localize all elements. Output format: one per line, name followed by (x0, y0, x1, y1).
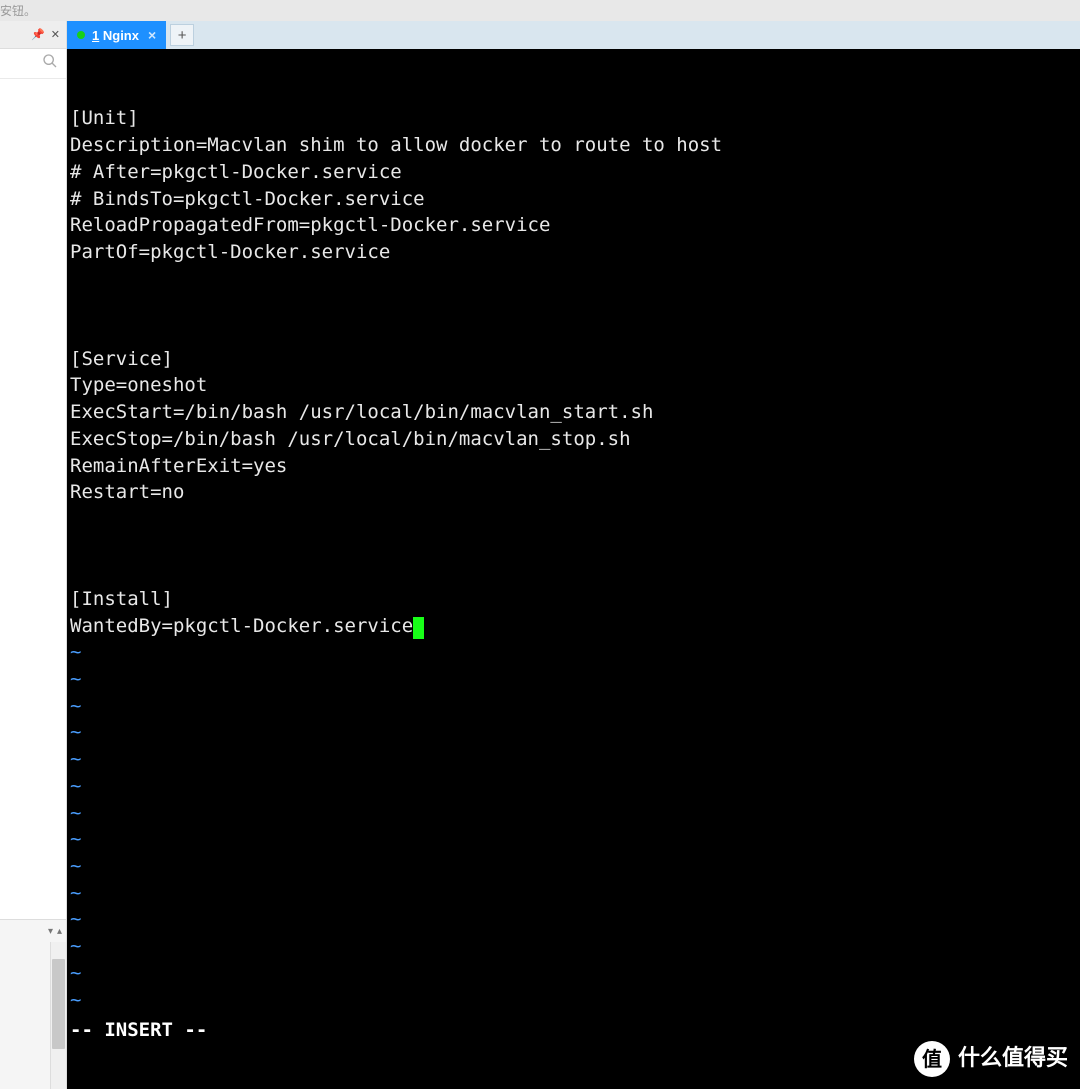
sidebar-controls: 📌 ✕ (0, 21, 66, 49)
sidebar-bottom-header: ▾ ▴ (0, 920, 66, 942)
terminal-line: [Service] (70, 346, 1077, 373)
status-dot-icon (77, 31, 85, 39)
terminal-line: Type=oneshot (70, 372, 1077, 399)
tilde-line: ~ (70, 933, 1077, 960)
sidebar: 📌 ✕ ▾ ▴ (0, 21, 67, 1089)
terminal-line (70, 506, 1077, 533)
watermark-badge: 值 (914, 1041, 950, 1077)
sidebar-close-icon[interactable]: ✕ (51, 28, 60, 41)
watermark: 值 什么值得买 (914, 1041, 1068, 1077)
tab-bar: 1 Nginx × + (67, 21, 1080, 49)
tab-nginx[interactable]: 1 Nginx × (67, 21, 166, 49)
terminal-line: ExecStop=/bin/bash /usr/local/bin/macvla… (70, 426, 1077, 453)
tilde-line: ~ (70, 719, 1077, 746)
expand-icon[interactable]: ▴ (57, 926, 62, 937)
tilde-line: ~ (70, 906, 1077, 933)
terminal-line: [Unit] (70, 105, 1077, 132)
cursor (413, 617, 424, 639)
search-row[interactable] (0, 49, 66, 79)
tilde-line: ~ (70, 826, 1077, 853)
terminal-line: RemainAfterExit=yes (70, 453, 1077, 480)
terminal-line (70, 292, 1077, 319)
tilde-line: ~ (70, 960, 1077, 987)
tilde-line: ~ (70, 666, 1077, 693)
tilde-line: ~ (70, 693, 1077, 720)
terminal-line: [Install] (70, 586, 1077, 613)
scrollbar-track[interactable] (50, 942, 66, 1089)
pin-icon[interactable]: 📌 (31, 28, 45, 41)
search-icon[interactable] (42, 53, 58, 74)
collapse-icon[interactable]: ▾ (48, 926, 53, 937)
sidebar-body (0, 79, 66, 919)
tilde-line: ~ (70, 773, 1077, 800)
terminal-line: # BindsTo=pkgctl-Docker.service (70, 186, 1077, 213)
tab-label: 1 Nginx (92, 28, 139, 43)
tilde-line: ~ (70, 853, 1077, 880)
sidebar-scroll (0, 942, 66, 1089)
terminal[interactable]: [Unit]Description=Macvlan shim to allow … (67, 49, 1080, 1089)
terminal-line (70, 266, 1077, 293)
tab-close-icon[interactable]: × (146, 27, 158, 43)
tilde-line: ~ (70, 987, 1077, 1014)
terminal-line: Description=Macvlan shim to allow docker… (70, 132, 1077, 159)
terminal-line: ExecStart=/bin/bash /usr/local/bin/macvl… (70, 399, 1077, 426)
tilde-line: ~ (70, 880, 1077, 907)
new-tab-button[interactable]: + (170, 24, 194, 46)
terminal-line (70, 533, 1077, 560)
scrollbar-thumb[interactable] (52, 959, 65, 1049)
terminal-line: # After=pkgctl-Docker.service (70, 159, 1077, 186)
terminal-line (70, 559, 1077, 586)
watermark-text: 什么值得买 (958, 1046, 1068, 1073)
main-area: 1 Nginx × + [Unit]Description=Macvlan sh… (67, 21, 1080, 1089)
tilde-line: ~ (70, 639, 1077, 666)
tilde-line: ~ (70, 800, 1077, 827)
terminal-line: ReloadPropagatedFrom=pkgctl-Docker.servi… (70, 212, 1077, 239)
hint-text: 安钮。 (0, 0, 1080, 21)
tilde-line: ~ (70, 746, 1077, 773)
sidebar-bottom-panel: ▾ ▴ (0, 919, 66, 1089)
terminal-line: WantedBy=pkgctl-Docker.service (70, 613, 1077, 640)
app-layout: 📌 ✕ ▾ ▴ 1 N (0, 21, 1080, 1089)
terminal-line: Restart=no (70, 479, 1077, 506)
terminal-line (70, 319, 1077, 346)
terminal-line: PartOf=pkgctl-Docker.service (70, 239, 1077, 266)
vim-status-line: -- INSERT -- (70, 1017, 1077, 1044)
